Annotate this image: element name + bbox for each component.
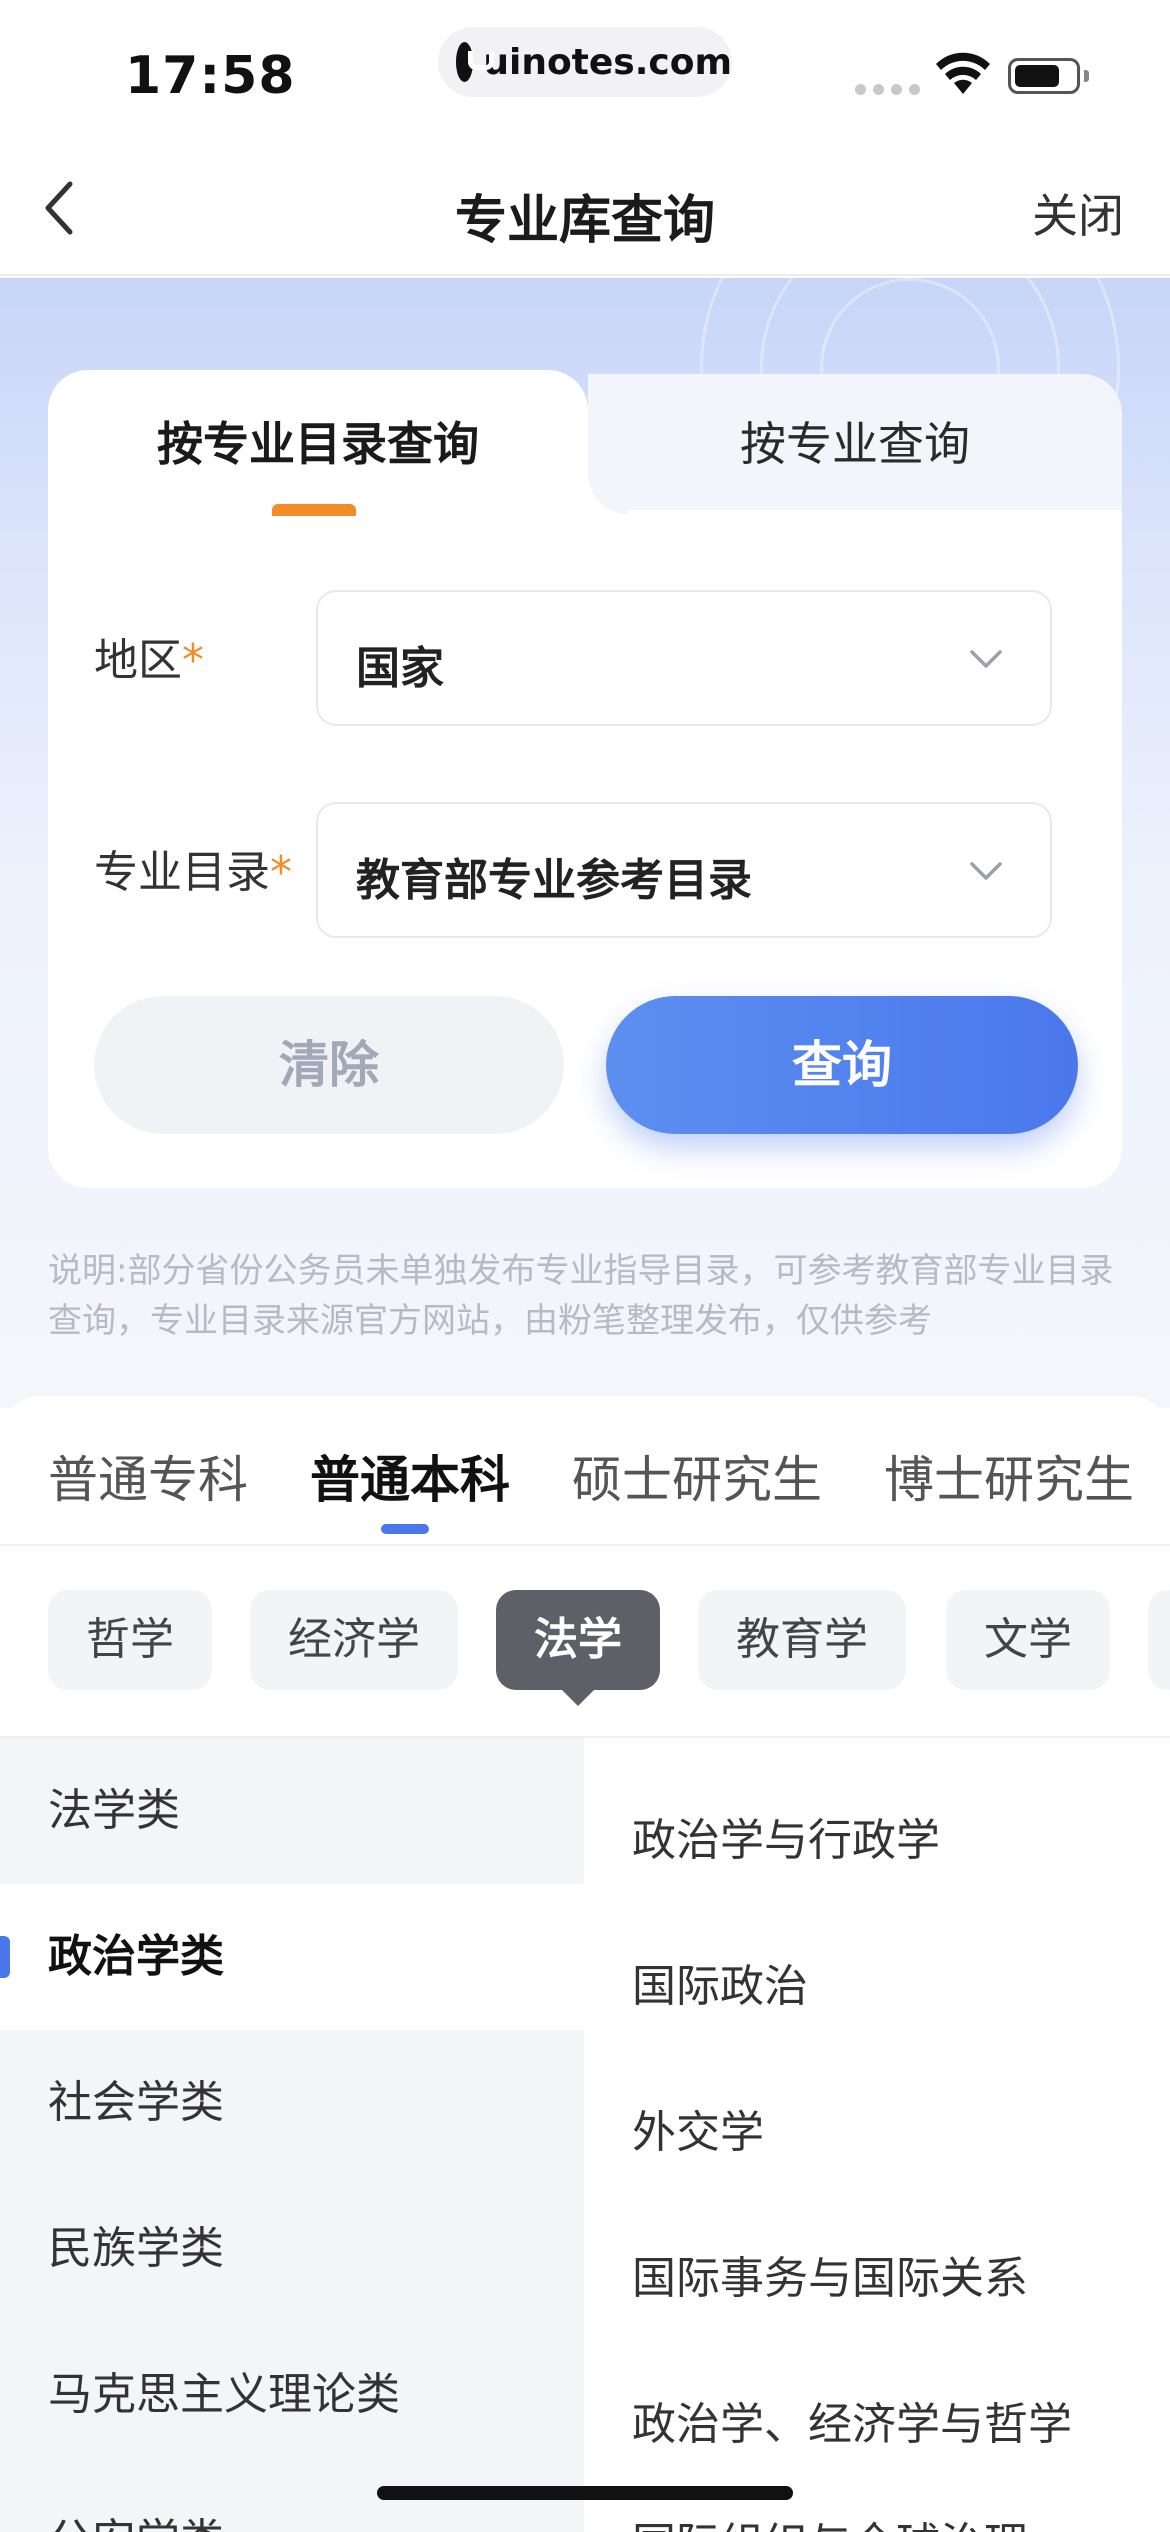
major-item[interactable]: 外交学: [632, 2096, 764, 2160]
level-tab-doctor[interactable]: 博士研究生: [884, 1440, 1134, 1512]
home-indicator: [377, 2486, 793, 2500]
status-time: 17:58: [125, 46, 296, 106]
major-item[interactable]: 国际组织与全球治理: [632, 2508, 1028, 2532]
category-item[interactable]: 马克思主义理论类: [0, 2322, 584, 2468]
tab-curve: [588, 474, 628, 514]
region-select[interactable]: 国家: [316, 590, 1052, 726]
subject-chip-education[interactable]: 教育学: [698, 1590, 906, 1690]
wifi-icon: [936, 52, 990, 94]
major-item[interactable]: 政治学与行政学: [632, 1804, 940, 1868]
level-divider: [0, 1544, 1170, 1546]
level-tab-indicator: [381, 1524, 429, 1534]
region-label: 地区*: [94, 635, 204, 686]
site-logo-icon: [456, 42, 495, 82]
catalog-select[interactable]: 教育部专业参考目录: [316, 802, 1052, 938]
level-tab-junior-college[interactable]: 普通专科: [48, 1440, 248, 1512]
query-card: 按专业目录查询 按专业查询 地区* 国家 专业目录* 教育部专业参考目录 清除 …: [48, 370, 1122, 1188]
region-value: 国家: [356, 643, 444, 694]
subject-chip-philosophy[interactable]: 哲学: [48, 1590, 212, 1690]
battery-icon: [1008, 58, 1080, 94]
chip-pointer: [562, 1690, 594, 1706]
subject-chip-partial[interactable]: [1148, 1590, 1170, 1690]
close-button[interactable]: 关闭: [1032, 180, 1124, 246]
cellular-signal-icon: [855, 84, 920, 95]
category-item[interactable]: 民族学类: [0, 2176, 584, 2322]
required-mark: *: [270, 847, 292, 898]
tab-by-major[interactable]: 按专业查询: [588, 408, 1122, 474]
subject-chip-law[interactable]: 法学: [496, 1590, 660, 1690]
level-tab-master[interactable]: 硕士研究生: [572, 1440, 822, 1512]
battery-tip: [1084, 70, 1089, 82]
subject-chip-literature[interactable]: 文学: [946, 1590, 1110, 1690]
status-bar: 17:58 uinotes.com: [0, 0, 1170, 140]
major-item[interactable]: 政治学、经济学与哲学: [632, 2388, 1072, 2452]
tab-active-indicator: [272, 504, 356, 516]
category-item[interactable]: 法学类: [0, 1738, 584, 1884]
category-selected-marker: [0, 1936, 10, 1978]
chevron-left-icon[interactable]: [36, 176, 92, 240]
nav-bar: 专业库查询 关闭: [0, 140, 1170, 276]
tab-by-catalog[interactable]: 按专业目录查询: [48, 408, 588, 474]
major-item[interactable]: 国际事务与国际关系: [632, 2242, 1028, 2306]
required-mark: *: [182, 635, 204, 686]
category-item[interactable]: 公安学类: [0, 2468, 584, 2532]
catalog-label: 专业目录*: [94, 847, 292, 898]
disclaimer-note: 说明:部分省份公务员未单独发布专业指导目录，可参考教育部专业目录查询，专业目录来…: [48, 1251, 1114, 1341]
category-item-selected[interactable]: 政治学类: [0, 1884, 584, 2030]
catalog-value: 教育部专业参考目录: [356, 855, 752, 906]
clear-button[interactable]: 清除: [94, 996, 564, 1134]
chevron-down-icon: [970, 650, 1002, 668]
query-button[interactable]: 查询: [606, 996, 1078, 1134]
subject-chip-economics[interactable]: 经济学: [250, 1590, 458, 1690]
category-item[interactable]: 社会学类: [0, 2030, 584, 2176]
major-item[interactable]: 国际政治: [632, 1950, 808, 2014]
level-tab-undergraduate[interactable]: 普通本科: [310, 1440, 510, 1512]
chevron-down-icon: [970, 862, 1002, 880]
category-list: 法学类 政治学类 社会学类 民族学类 马克思主义理论类 公安学类: [0, 1738, 584, 2532]
results-panel: 普通专科 普通本科 硕士研究生 博士研究生 哲学 经济学 法学 教育学 文学 法…: [0, 1396, 1170, 2532]
url-pill[interactable]: uinotes.com: [438, 27, 732, 97]
url-text: uinotes.com: [483, 41, 732, 83]
page-title: 专业库查询: [454, 191, 715, 251]
